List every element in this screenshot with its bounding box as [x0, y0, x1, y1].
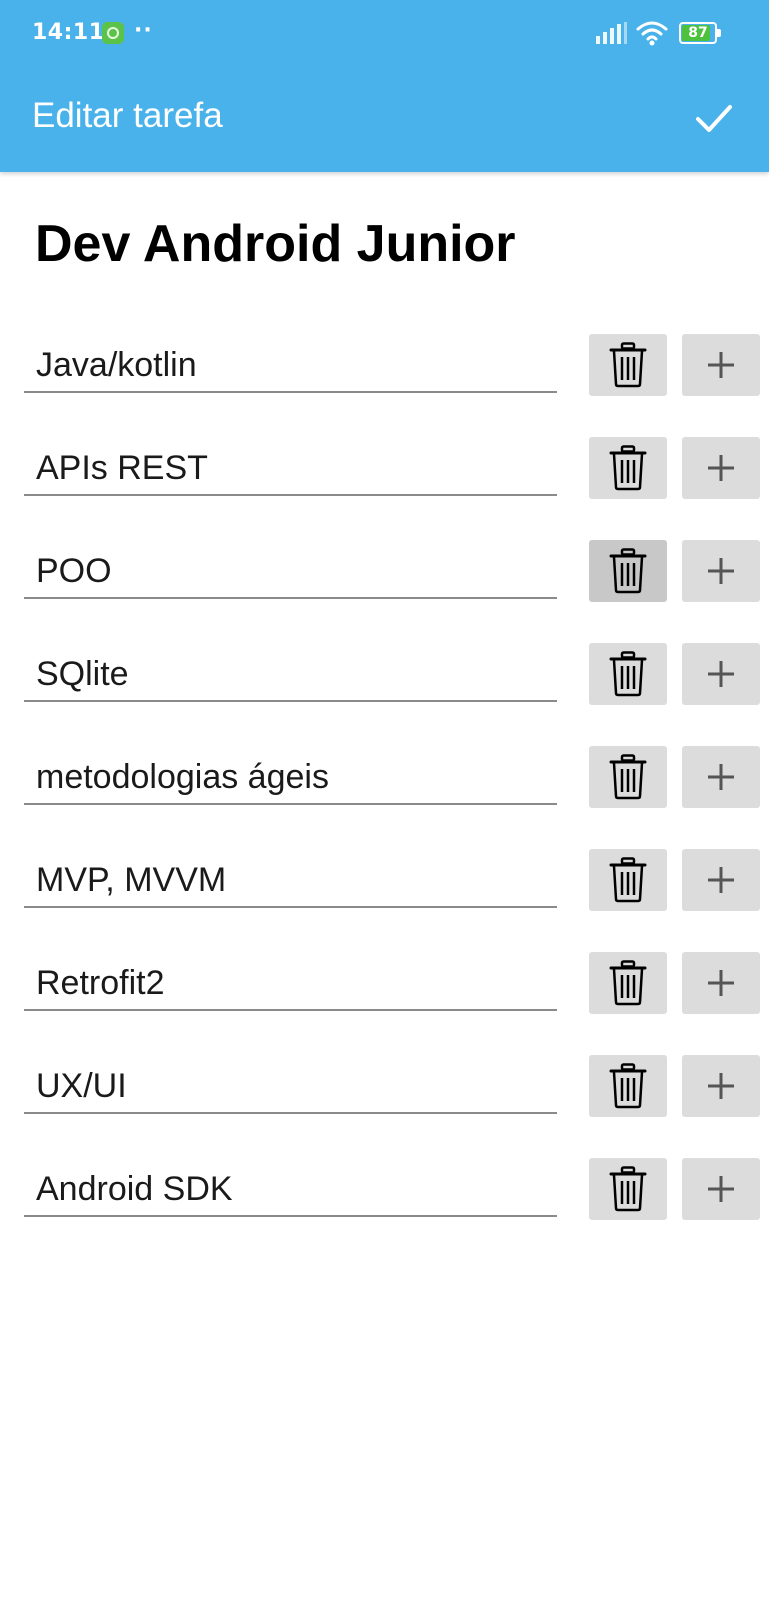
- wifi-icon: [636, 21, 668, 46]
- task-field[interactable]: UX/UI: [24, 1058, 557, 1114]
- battery-icon: 87: [679, 22, 721, 44]
- task-row: metodologias ágeis: [0, 743, 769, 846]
- battery-level: 87: [688, 25, 708, 41]
- delete-button[interactable]: [589, 540, 667, 602]
- task-field[interactable]: Android SDK: [24, 1161, 557, 1217]
- add-button[interactable]: [682, 746, 760, 808]
- plus-icon: [708, 1176, 734, 1202]
- task-input[interactable]: APIs REST: [36, 446, 546, 490]
- task-input[interactable]: POO: [36, 549, 546, 593]
- task-row: POO: [0, 537, 769, 640]
- status-time: 14:11: [32, 20, 105, 45]
- trash-icon: [609, 342, 647, 388]
- trash-icon: [609, 960, 647, 1006]
- task-row: UX/UI: [0, 1052, 769, 1155]
- task-input[interactable]: UX/UI: [36, 1064, 546, 1108]
- plus-icon: [708, 352, 734, 378]
- delete-button[interactable]: [589, 1158, 667, 1220]
- add-button[interactable]: [682, 437, 760, 499]
- delete-button[interactable]: [589, 746, 667, 808]
- task-row: Retrofit2: [0, 949, 769, 1052]
- check-icon: [696, 105, 732, 132]
- delete-button[interactable]: [589, 1055, 667, 1117]
- task-field[interactable]: POO: [24, 543, 557, 599]
- task-input[interactable]: MVP, MVVM: [36, 858, 546, 902]
- toolbar-title: Editar tarefa: [32, 96, 223, 135]
- task-row: APIs REST: [0, 434, 769, 537]
- notification-dots: ··: [134, 18, 153, 43]
- trash-icon: [609, 651, 647, 697]
- trash-icon: [609, 1063, 647, 1109]
- status-bar: 14:11 ·· 87: [0, 0, 769, 68]
- task-row: Java/kotlin: [0, 331, 769, 434]
- signal-icon: [596, 22, 627, 44]
- add-button[interactable]: [682, 849, 760, 911]
- add-button[interactable]: [682, 1158, 760, 1220]
- add-button[interactable]: [682, 952, 760, 1014]
- task-input[interactable]: metodologias ágeis: [36, 755, 546, 799]
- delete-button[interactable]: [589, 437, 667, 499]
- task-input[interactable]: Android SDK: [36, 1167, 546, 1211]
- page-title: Dev Android Junior: [35, 215, 516, 273]
- trash-icon: [609, 754, 647, 800]
- delete-button[interactable]: [589, 952, 667, 1014]
- task-row: Android SDK: [0, 1155, 769, 1258]
- task-input[interactable]: SQlite: [36, 652, 546, 696]
- app-bar: 14:11 ·· 87 Editar tarefa: [0, 0, 769, 172]
- app-notification-icon: [102, 22, 124, 44]
- task-field[interactable]: SQlite: [24, 646, 557, 702]
- plus-icon: [708, 764, 734, 790]
- trash-icon: [609, 1166, 647, 1212]
- plus-icon: [708, 455, 734, 481]
- task-field[interactable]: Retrofit2: [24, 955, 557, 1011]
- trash-icon: [609, 445, 647, 491]
- add-button[interactable]: [682, 643, 760, 705]
- plus-icon: [708, 970, 734, 996]
- delete-button[interactable]: [589, 849, 667, 911]
- task-field[interactable]: Java/kotlin: [24, 337, 557, 393]
- plus-icon: [708, 661, 734, 687]
- task-list: Java/kotlin APIs REST POO SQlite metodol…: [0, 331, 769, 1258]
- delete-button[interactable]: [589, 334, 667, 396]
- plus-icon: [708, 1073, 734, 1099]
- plus-icon: [708, 867, 734, 893]
- task-field[interactable]: APIs REST: [24, 440, 557, 496]
- trash-icon: [609, 548, 647, 594]
- trash-icon: [609, 857, 647, 903]
- add-button[interactable]: [682, 540, 760, 602]
- task-input[interactable]: Retrofit2: [36, 961, 546, 1005]
- task-field[interactable]: metodologias ágeis: [24, 749, 557, 805]
- task-input[interactable]: Java/kotlin: [36, 343, 546, 387]
- add-button[interactable]: [682, 1055, 760, 1117]
- task-field[interactable]: MVP, MVVM: [24, 852, 557, 908]
- delete-button[interactable]: [589, 643, 667, 705]
- task-row: SQlite: [0, 640, 769, 743]
- confirm-button[interactable]: [690, 94, 738, 142]
- add-button[interactable]: [682, 334, 760, 396]
- task-row: MVP, MVVM: [0, 846, 769, 949]
- plus-icon: [708, 558, 734, 584]
